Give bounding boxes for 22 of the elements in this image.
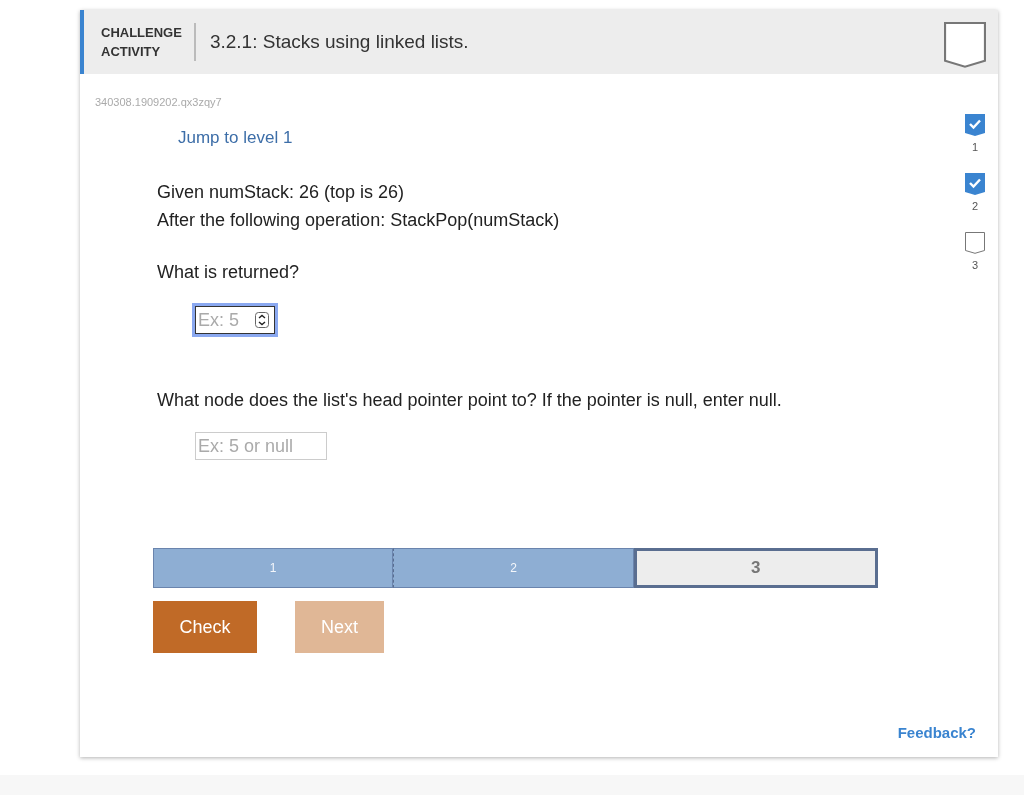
- spinner-icon[interactable]: [255, 312, 269, 328]
- check-button[interactable]: Check: [153, 601, 257, 653]
- question-text: What node does the list's head pointer point to? If the pointer is null, enter null.: [157, 390, 783, 411]
- activity-title: 3.2.1: Stacks using linked lists.: [209, 31, 470, 53]
- activity-kind-label: CHALLENGE ACTIVITY: [101, 23, 196, 61]
- level-number: 3: [971, 259, 979, 271]
- prompt-text: Given numStack: 26 (top is 26): [157, 181, 406, 204]
- level-segment[interactable]: 2: [393, 548, 634, 588]
- activity-id: 340308.1909202.qx3zqy7: [95, 96, 223, 108]
- question-text: What is returned?: [157, 262, 301, 283]
- level-number: 1: [971, 141, 979, 153]
- level-segment[interactable]: 1: [153, 548, 394, 588]
- level-number: 2: [971, 200, 979, 212]
- answer-field[interactable]: Ex: 5: [195, 306, 275, 334]
- level-segment[interactable]: 3: [633, 548, 878, 588]
- checked-level-icon[interactable]: [965, 173, 985, 195]
- jump-link[interactable]: Jump to level 1: [178, 128, 293, 148]
- feedback-link[interactable]: Feedback?: [897, 724, 976, 741]
- checked-level-icon[interactable]: [965, 114, 985, 136]
- unchecked-level-icon[interactable]: [944, 21, 986, 69]
- unchecked-level-icon[interactable]: [965, 232, 985, 254]
- prompt-text: After the following operation: StackPop(numStack): [157, 209, 561, 232]
